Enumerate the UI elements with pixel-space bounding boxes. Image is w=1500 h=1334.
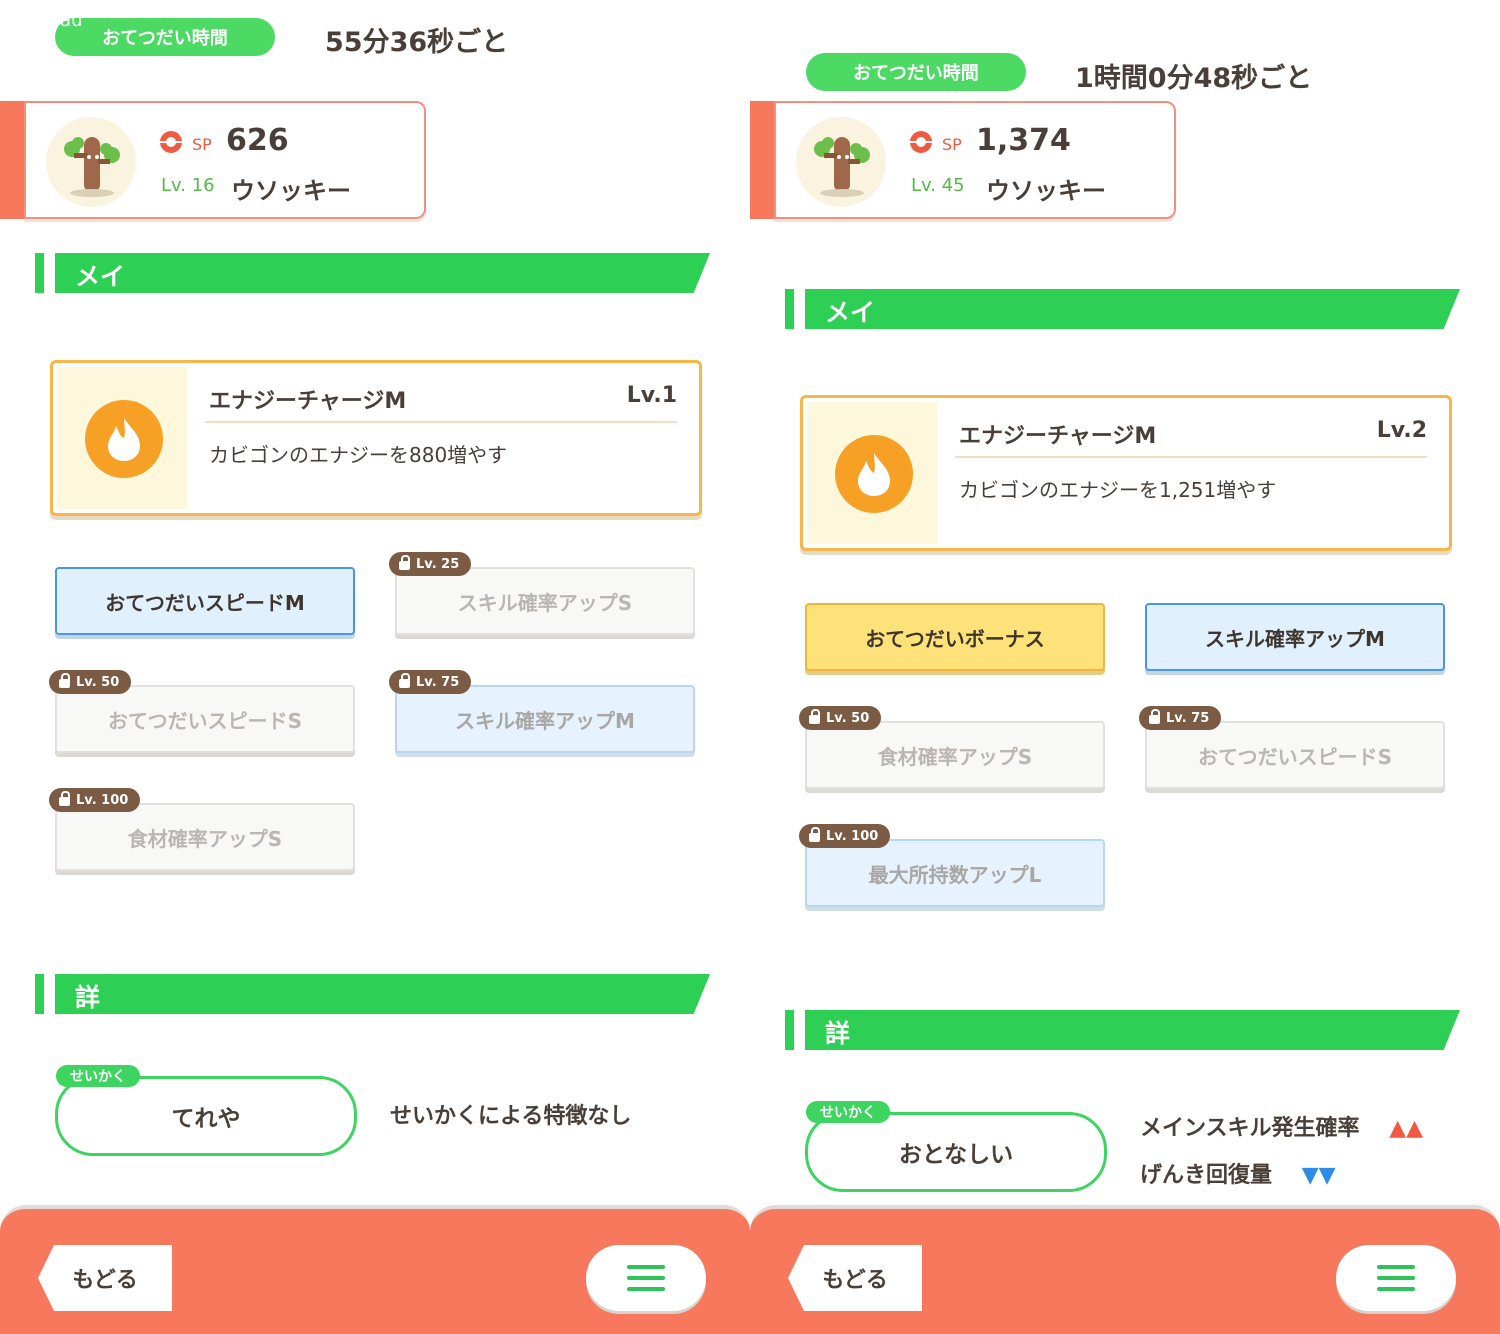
pokemon-card-body: SP 1,374 Lv. 45 ウソッキー xyxy=(774,101,1176,219)
main-skill-description: カビゴンのエナジーを880増やす xyxy=(209,443,508,467)
sp-icon xyxy=(910,131,932,153)
lock-tag-lv100: Lv. 100 xyxy=(799,824,891,848)
carrier-label: au xyxy=(60,10,83,31)
up-arrow-icon: ▲▲ xyxy=(1389,1116,1424,1141)
menu-icon xyxy=(627,1265,665,1291)
lock-tag-lv50: Lv. 50 xyxy=(799,706,882,730)
lock-icon xyxy=(59,673,70,688)
sub-skill-1[interactable]: おてつだいボーナス xyxy=(805,603,1105,671)
pokemon-level: Lv. 16 xyxy=(161,175,215,196)
help-time-label: おてつだい時間 xyxy=(55,18,275,56)
lock-tag-lv50: Lv. 50 xyxy=(49,670,132,694)
fire-icon xyxy=(835,435,913,513)
pokemon-card[interactable]: SP 626 Lv. 16 ウソッキー xyxy=(0,101,426,219)
pokemon-name: ウソッキー xyxy=(231,177,351,205)
bottom-bar: もどる xyxy=(750,1205,1500,1334)
main-skill-name: エナジーチャージM xyxy=(959,424,1157,449)
sub-skill-5[interactable]: 食材確率アップS xyxy=(55,803,355,871)
sp-icon xyxy=(160,131,182,153)
back-button[interactable]: もどる xyxy=(38,1245,172,1311)
sp-label: SP xyxy=(942,135,962,154)
sub-skill-4[interactable]: スキル確率アップM xyxy=(395,685,695,753)
help-time-label: おてつだい時間 xyxy=(806,53,1026,91)
nature-box[interactable]: おとなしい xyxy=(805,1112,1107,1192)
nature-effect-down: げんき回復量 ▼▼ xyxy=(1140,1157,1336,1189)
pokemon-avatar xyxy=(796,117,886,207)
sub-skill-3[interactable]: 食材確率アップS xyxy=(805,721,1105,789)
pokemon-card-body: SP 626 Lv. 16 ウソッキー xyxy=(24,101,426,219)
lock-icon xyxy=(399,673,410,688)
nature-tag: せいかく xyxy=(56,1065,140,1087)
pokemon-avatar xyxy=(46,117,136,207)
lock-tag-lv25: Lv. 25 xyxy=(389,552,472,576)
down-arrow-icon: ▼▼ xyxy=(1301,1163,1336,1188)
lock-tag-lv75: Lv. 75 xyxy=(389,670,472,694)
lock-icon xyxy=(809,709,820,724)
main-skill-level: Lv.1 xyxy=(626,383,677,408)
card-accent-stripe xyxy=(0,101,26,219)
nature-effect-down-label: げんき回復量 xyxy=(1140,1163,1273,1188)
sudowoodo-icon xyxy=(64,137,120,197)
lock-tag-lv100: Lv. 100 xyxy=(49,788,141,812)
help-time-value: 1時間0分48秒ごと xyxy=(1075,63,1313,94)
lock-icon xyxy=(1149,709,1160,724)
sub-skill-4[interactable]: おてつだいスピードS xyxy=(1145,721,1445,789)
menu-button[interactable] xyxy=(1336,1245,1456,1311)
pokemon-card[interactable]: SP 1,374 Lv. 45 ウソッキー xyxy=(750,101,1176,219)
pokemon-level: Lv. 45 xyxy=(911,175,965,196)
right-screen: おてつだい時間 1時間0分48秒ごと SP 1,374 Lv. 45 ウソッキー xyxy=(750,0,1500,1334)
bottom-bar: もどる xyxy=(0,1205,750,1334)
lock-icon xyxy=(809,827,820,842)
sp-label: SP xyxy=(192,135,212,154)
sub-skill-2[interactable]: スキル確率アップM xyxy=(1145,603,1445,671)
nature-box[interactable]: てれや xyxy=(55,1076,357,1156)
menu-button[interactable] xyxy=(586,1245,706,1311)
main-skill-description: カビゴンのエナジーを1,251増やす xyxy=(959,478,1277,502)
sub-skill-3[interactable]: おてつだいスピードS xyxy=(55,685,355,753)
menu-icon xyxy=(1377,1265,1415,1291)
main-skill-name: エナジーチャージM xyxy=(209,389,407,414)
main-skill-level: Lv.2 xyxy=(1376,418,1427,443)
nature-effect: せいかくによる特徴なし xyxy=(390,1104,632,1129)
sp-value: 1,374 xyxy=(976,123,1071,158)
sub-skill-2[interactable]: スキル確率アップS xyxy=(395,567,695,635)
left-screen: au おてつだい時間 55分36秒ごと SP 626 Lv. 16 ウソッキー xyxy=(0,0,750,1334)
main-skill-card[interactable]: エナジーチャージM Lv.1 カビゴンのエナジーを880増やす xyxy=(50,360,702,516)
lock-tag-lv75: Lv. 75 xyxy=(1139,706,1222,730)
pokemon-name: ウソッキー xyxy=(986,177,1106,205)
lock-icon xyxy=(399,555,410,570)
lock-icon xyxy=(59,791,70,806)
nature-tag: せいかく xyxy=(806,1101,890,1123)
card-accent-stripe xyxy=(750,101,776,219)
nature-effect-up: メインスキル発生確率 ▲▲ xyxy=(1140,1110,1423,1142)
fire-icon xyxy=(85,400,163,478)
help-time-value: 55分36秒ごと xyxy=(325,27,509,58)
sudowoodo-icon xyxy=(814,137,870,197)
sub-skill-5[interactable]: 最大所持数アップL xyxy=(805,839,1105,907)
main-skill-card[interactable]: エナジーチャージM Lv.2 カビゴンのエナジーを1,251増やす xyxy=(800,395,1452,551)
back-button[interactable]: もどる xyxy=(788,1245,922,1311)
nature-effect-up-label: メインスキル発生確率 xyxy=(1140,1116,1360,1141)
sub-skill-1[interactable]: おてつだいスピードM xyxy=(55,567,355,635)
sp-value: 626 xyxy=(226,123,289,158)
